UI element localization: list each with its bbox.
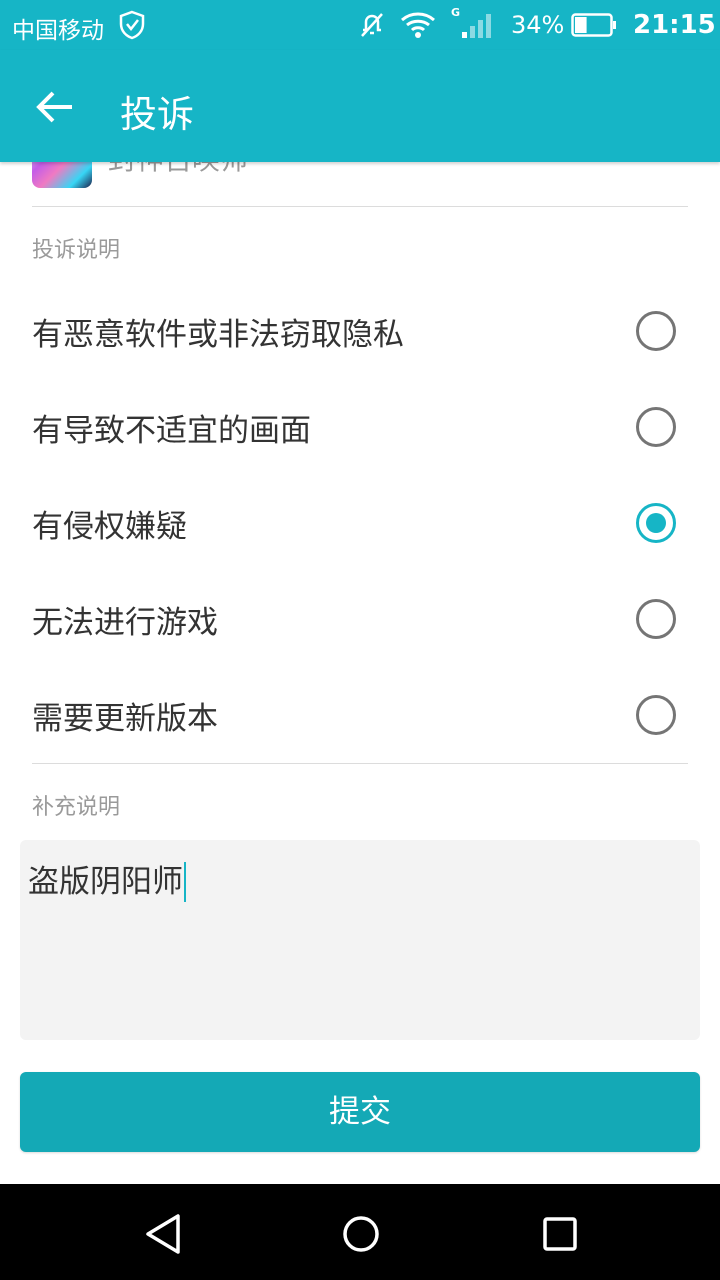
- radio-button[interactable]: [636, 695, 676, 735]
- supplement-section-label: 补充说明: [32, 795, 121, 820]
- option-malware[interactable]: 有恶意软件或非法窃取隐私: [0, 282, 720, 378]
- carrier-name: 中国移动: [12, 18, 104, 44]
- nav-home-icon[interactable]: [337, 1210, 385, 1258]
- supplement-text: 盗版阴阳师: [28, 862, 186, 902]
- signal-icon: [462, 14, 491, 38]
- game-info: 封神召唤师: [0, 162, 720, 192]
- game-name: 封神召唤师: [108, 162, 248, 178]
- game-icon: [32, 162, 92, 188]
- nav-back-icon[interactable]: [140, 1210, 188, 1258]
- mute-icon: [361, 13, 383, 37]
- wifi-icon: [401, 12, 435, 38]
- complaint-form: 封神召唤师 投诉说明 有恶意软件或非法窃取隐私 有导致不适宜的画面 有侵权嫌疑 …: [0, 162, 720, 1184]
- divider: [32, 206, 688, 207]
- option-cannot-play[interactable]: 无法进行游戏: [0, 570, 720, 666]
- radio-button[interactable]: [636, 503, 676, 543]
- battery-percent: 34%: [511, 11, 565, 39]
- network-type: G: [451, 6, 461, 19]
- radio-button[interactable]: [636, 407, 676, 447]
- status-bar: 中国移动 G 34% 21:15: [0, 0, 720, 50]
- app-bar: 投诉: [0, 50, 720, 162]
- supplement-textarea[interactable]: 盗版阴阳师: [20, 840, 700, 1040]
- clock: 21:15: [633, 10, 716, 40]
- radio-button[interactable]: [636, 311, 676, 351]
- option-label: 有恶意软件或非法窃取隐私: [32, 317, 404, 353]
- option-inappropriate[interactable]: 有导致不适宜的画面: [0, 378, 720, 474]
- radio-button[interactable]: [636, 599, 676, 639]
- option-label: 有导致不适宜的画面: [32, 413, 311, 449]
- option-label: 无法进行游戏: [32, 605, 218, 641]
- submit-button[interactable]: 提交: [20, 1072, 700, 1152]
- page-title: 投诉: [120, 93, 194, 136]
- option-label: 需要更新版本: [32, 701, 218, 737]
- nav-recents-icon[interactable]: [536, 1210, 584, 1258]
- option-infringement[interactable]: 有侵权嫌疑: [0, 474, 720, 570]
- battery-icon: [571, 13, 616, 37]
- complaint-section-label: 投诉说明: [32, 238, 121, 263]
- option-label: 有侵权嫌疑: [32, 509, 187, 545]
- shield-check-icon: [119, 10, 145, 40]
- option-needs-update[interactable]: 需要更新版本: [0, 666, 720, 762]
- back-arrow-icon[interactable]: [36, 90, 74, 124]
- system-nav-bar: [0, 1184, 720, 1280]
- divider: [32, 763, 688, 764]
